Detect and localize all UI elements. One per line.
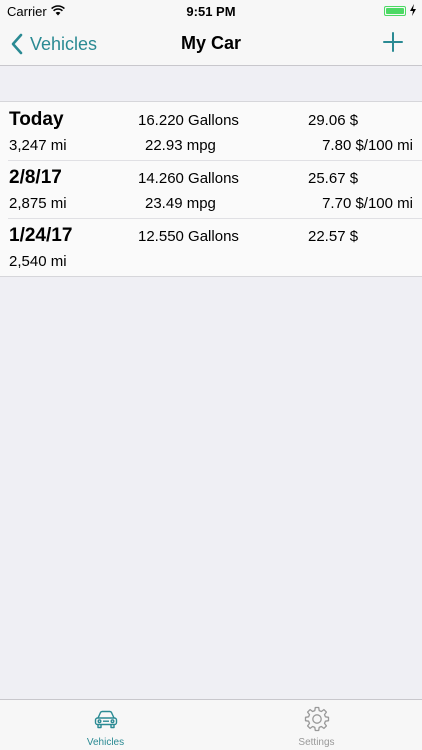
fillup-cost-per-100: 7.80 $/100 mi <box>322 137 413 154</box>
add-icon[interactable] <box>382 31 404 53</box>
fillup-odometer: 2,540 mi <box>9 253 67 270</box>
page-title: My Car <box>180 33 242 53</box>
fillup-gallons: 16.220 Gallons <box>138 112 239 129</box>
fillup-row[interactable]: Today 3,247 mi 16.220 Gallons 22.93 mpg … <box>0 102 422 160</box>
fillup-cost-per-100: 7.70 $/100 mi <box>322 195 413 212</box>
fillup-gallons: 14.260 Gallons <box>138 170 239 187</box>
tab-vehicles[interactable]: Vehicles <box>0 700 211 750</box>
fillup-odometer: 2,875 mi <box>9 195 67 212</box>
status-time: 9:51 PM <box>186 4 236 19</box>
fillup-date: Today <box>9 109 64 130</box>
fillup-cost: 22.57 $ <box>308 228 359 245</box>
tab-settings[interactable]: Settings <box>211 700 422 750</box>
fillup-cost: 29.06 $ <box>308 112 359 129</box>
status-bar: Carrier 9:51 PM <box>0 0 422 22</box>
tab-label: Vehicles <box>86 737 125 748</box>
fillup-row[interactable]: 2/8/17 2,875 mi 14.260 Gallons 23.49 mpg… <box>0 160 422 218</box>
battery-level <box>386 8 404 14</box>
tab-bar: Vehicles Settings <box>0 699 422 750</box>
navigation-bar: Vehicles My Car <box>0 22 422 66</box>
fillup-date: 2/8/17 <box>9 167 62 188</box>
fillup-date: 1/24/17 <box>9 225 73 246</box>
fillup-odometer: 3,247 mi <box>9 137 67 154</box>
fillup-list: Today 3,247 mi 16.220 Gallons 22.93 mpg … <box>0 101 422 277</box>
fillup-mpg: 22.93 mpg <box>145 137 216 154</box>
charging-bolt-icon <box>410 4 416 16</box>
fillup-gallons: 12.550 Gallons <box>138 228 239 245</box>
gear-icon <box>304 706 329 732</box>
fillup-mpg: 23.49 mpg <box>145 195 216 212</box>
battery-icon <box>384 6 406 16</box>
tab-label: Settings <box>298 737 335 748</box>
car-icon <box>94 710 117 729</box>
fillup-cost: 25.67 $ <box>308 170 359 187</box>
fillup-row[interactable]: 1/24/17 2,540 mi 12.550 Gallons 22.57 $ <box>0 218 422 276</box>
